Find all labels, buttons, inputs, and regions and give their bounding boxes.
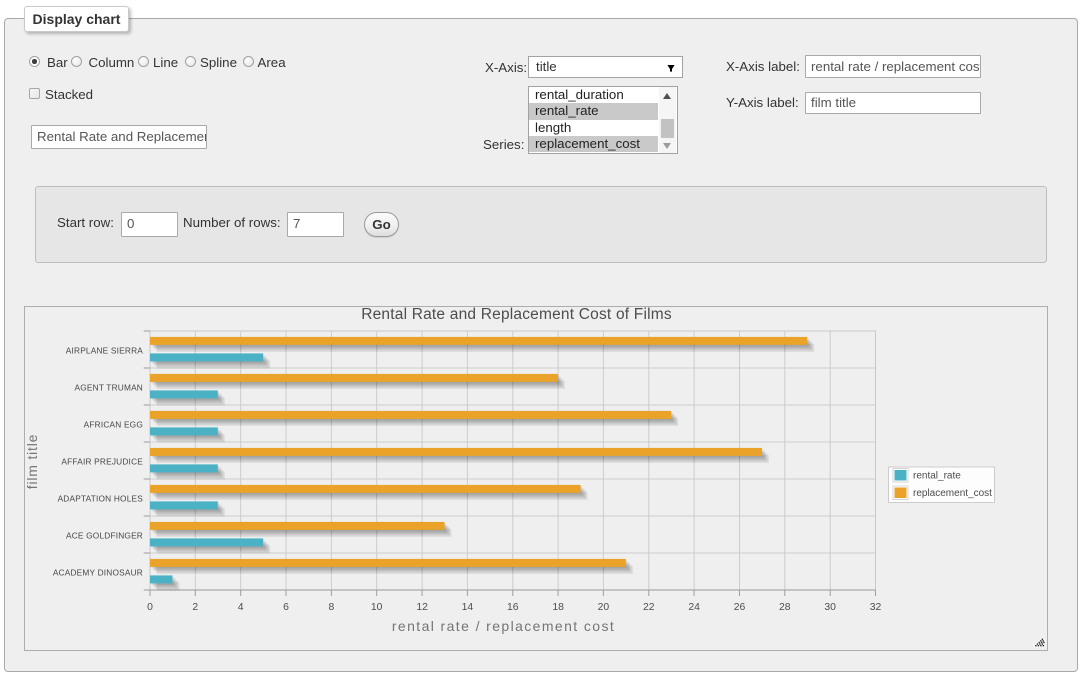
svg-text:film title: film title [25,434,40,489]
svg-text:30: 30 [824,602,836,613]
svg-text:6: 6 [283,602,289,613]
svg-text:AFFAIR PREJUDICE: AFFAIR PREJUDICE [61,456,143,466]
svg-text:2: 2 [192,602,198,613]
svg-text:10: 10 [371,602,383,613]
svg-text:ADAPTATION HOLES: ADAPTATION HOLES [58,493,144,503]
svg-text:AGENT TRUMAN: AGENT TRUMAN [75,382,143,392]
svg-text:12: 12 [416,602,428,613]
svg-text:replacement_cost: replacement_cost [913,488,992,499]
svg-text:24: 24 [688,602,700,613]
svg-text:20: 20 [598,602,610,613]
svg-text:AIRPLANE SIERRA: AIRPLANE SIERRA [66,345,144,355]
svg-text:18: 18 [552,602,564,613]
svg-text:22: 22 [643,602,655,613]
svg-text:4: 4 [238,602,244,613]
svg-text:32: 32 [870,602,882,613]
svg-text:Rental Rate and Replacement Co: Rental Rate and Replacement Cost of Film… [361,307,672,323]
svg-text:26: 26 [734,602,746,613]
svg-text:0: 0 [147,602,153,613]
svg-text:16: 16 [507,602,519,613]
svg-text:AFRICAN EGG: AFRICAN EGG [84,419,143,429]
svg-text:rental_rate: rental_rate [913,471,961,482]
svg-text:14: 14 [462,602,474,613]
svg-text:8: 8 [329,602,335,613]
svg-text:ACADEMY DINOSAUR: ACADEMY DINOSAUR [53,567,143,577]
svg-text:28: 28 [779,602,791,613]
svg-text:rental rate / replacement cost: rental rate / replacement cost [392,618,615,634]
svg-text:ACE GOLDFINGER: ACE GOLDFINGER [66,530,143,540]
